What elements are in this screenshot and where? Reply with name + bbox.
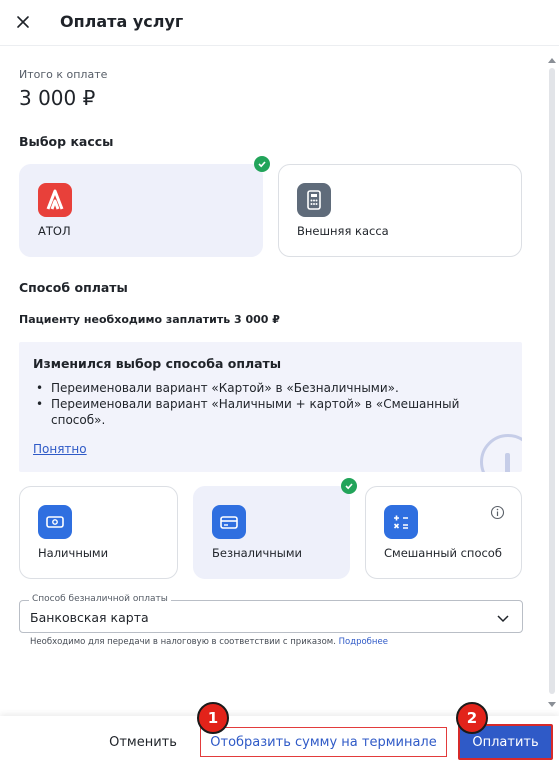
scroll-up-arrow-icon[interactable] <box>548 58 556 63</box>
notice-item: Переименовали вариант «Наличными + карто… <box>33 396 493 428</box>
payment-method-title: Способ оплаты <box>19 280 128 295</box>
notice-title: Изменился выбор способа оплаты <box>33 356 282 371</box>
selected-check-icon <box>254 156 270 172</box>
payment-subtitle: Пациенту необходимо заплатить 3 000 ₽ <box>19 313 280 326</box>
select-legend: Способ безналичной оплаты <box>29 594 171 604</box>
selected-check-icon <box>341 478 357 494</box>
scrollbar-thumb[interactable] <box>549 68 555 694</box>
register-option-label: АТОЛ <box>38 224 71 238</box>
select-value: Банковская карта <box>30 610 149 625</box>
payment-method-label: Смешанный способ <box>384 546 502 560</box>
payment-method-label: Наличными <box>38 546 109 560</box>
total-label: Итого к оплате <box>19 68 108 81</box>
dialog-title: Оплата услуг <box>60 12 184 31</box>
dialog-header: Оплата услуг <box>0 0 559 46</box>
atol-logo-icon <box>38 183 72 217</box>
scroll-down-arrow-icon[interactable] <box>548 702 556 707</box>
select-hint: Необходимо для передачи в налоговую в со… <box>30 637 388 647</box>
register-option-external[interactable]: Внешняя касса <box>278 164 522 257</box>
register-option-atol[interactable]: АТОЛ <box>19 164 263 257</box>
hint-more-link[interactable]: Подробнее <box>339 637 388 647</box>
cashless-method-select[interactable]: Способ безналичной оплаты Банковская кар… <box>19 594 523 633</box>
register-option-label: Внешняя касса <box>297 224 389 238</box>
payment-method-label: Безналичными <box>212 546 303 560</box>
card-icon <box>212 505 246 539</box>
hint-text: Необходимо для передачи в налоговую в со… <box>30 637 336 647</box>
cash-register-title: Выбор кассы <box>19 134 114 149</box>
total-amount: 3 000 ₽ <box>19 86 96 110</box>
register-icon <box>297 183 331 217</box>
payment-method-mixed[interactable]: Смешанный способ <box>365 486 522 579</box>
close-icon[interactable] <box>12 11 34 33</box>
payment-method-cash[interactable]: Наличными <box>19 486 178 579</box>
payment-change-notice: Изменился выбор способа оплаты Переимено… <box>19 342 522 472</box>
calculator-icon <box>384 505 418 539</box>
step-badge-2: 2 <box>456 702 488 734</box>
notice-list: Переименовали вариант «Картой» в «Безнал… <box>33 380 493 428</box>
info-decoration-icon <box>480 434 522 472</box>
payment-method-cashless[interactable]: Безналичными <box>193 486 350 579</box>
notice-dismiss-link[interactable]: Понятно <box>33 442 87 456</box>
chevron-down-icon <box>496 610 510 624</box>
cancel-button[interactable]: Отменить <box>100 727 186 757</box>
cash-icon <box>38 505 72 539</box>
show-on-terminal-button[interactable]: Отобразить сумму на терминале <box>200 727 447 757</box>
notice-item: Переименовали вариант «Картой» в «Безнал… <box>33 380 493 396</box>
step-badge-1: 1 <box>197 702 229 734</box>
info-icon[interactable] <box>490 505 505 524</box>
